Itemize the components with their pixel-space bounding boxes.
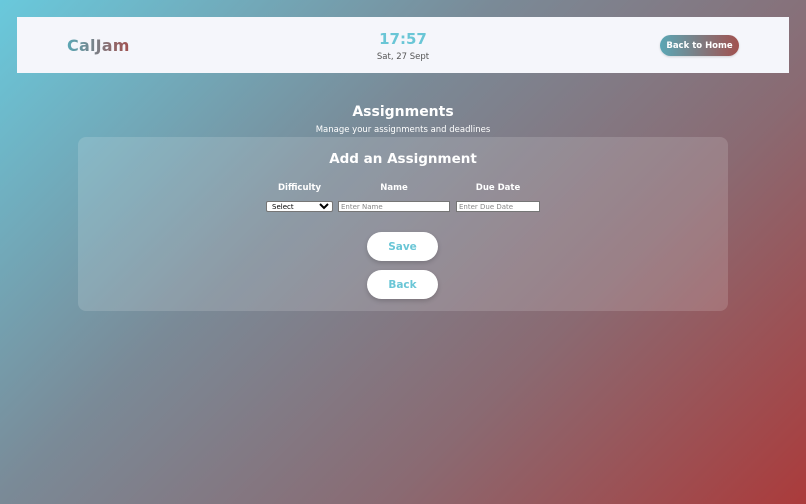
- page-subtitle: Manage your assignments and deadlines: [315, 125, 491, 135]
- page-title: Assignments: [352, 104, 454, 120]
- name-input[interactable]: [338, 201, 450, 212]
- add-assignment-panel: Add an Assignment Difficulty Name Due Da…: [78, 137, 728, 311]
- header-bar: CalJam 17:57 Sat, 27 Sept Back to Home: [17, 17, 789, 73]
- due-date-label: Due Date: [475, 183, 521, 193]
- difficulty-label: Difficulty: [277, 183, 322, 193]
- due-date-input[interactable]: [456, 201, 540, 212]
- form-title: Add an Assignment: [329, 151, 477, 167]
- back-to-home-button[interactable]: Back to Home: [660, 35, 739, 56]
- back-button[interactable]: Back: [367, 270, 438, 299]
- name-label: Name: [380, 183, 408, 193]
- difficulty-select[interactable]: Select: [266, 201, 333, 212]
- save-button[interactable]: Save: [367, 232, 438, 261]
